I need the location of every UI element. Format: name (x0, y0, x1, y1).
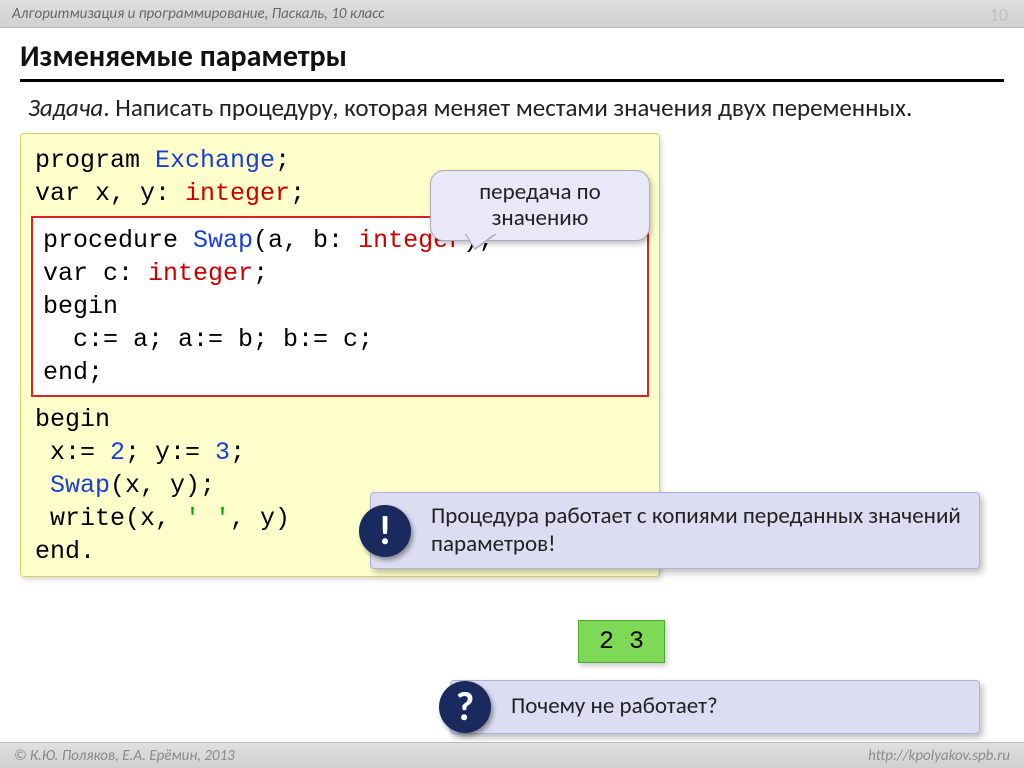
exclaim-icon: ! (359, 505, 411, 557)
procedure-frame: procedure Swap(a, b: integer); var c: in… (31, 216, 649, 397)
task-label: Задача (28, 92, 103, 123)
course-title: Алгоритмизация и программирование, Паска… (12, 5, 385, 23)
callout-bubble: передача по значению (430, 170, 650, 241)
footer-bar: © К.Ю. Поляков, Е.А. Ерёмин, 2013 http:/… (0, 742, 1024, 768)
task-text: Задача. Написать процедуру, которая меня… (28, 92, 1004, 123)
slide-title: Изменяемые параметры (20, 38, 1004, 82)
note-question: ? Почему не работает? (450, 680, 980, 734)
footer-url: http://kpolyakov.spb.ru (868, 747, 1010, 765)
question-icon: ? (439, 681, 491, 733)
program-output: 2 3 (578, 620, 665, 663)
note-exclaim: ! Процедура работает с копиями переданны… (370, 492, 980, 569)
page-number: 10 (990, 4, 1008, 26)
copyright: © К.Ю. Поляков, Е.А. Ерёмин, 2013 (14, 747, 235, 765)
header-bar: Алгоритмизация и программирование, Паска… (0, 0, 1024, 28)
